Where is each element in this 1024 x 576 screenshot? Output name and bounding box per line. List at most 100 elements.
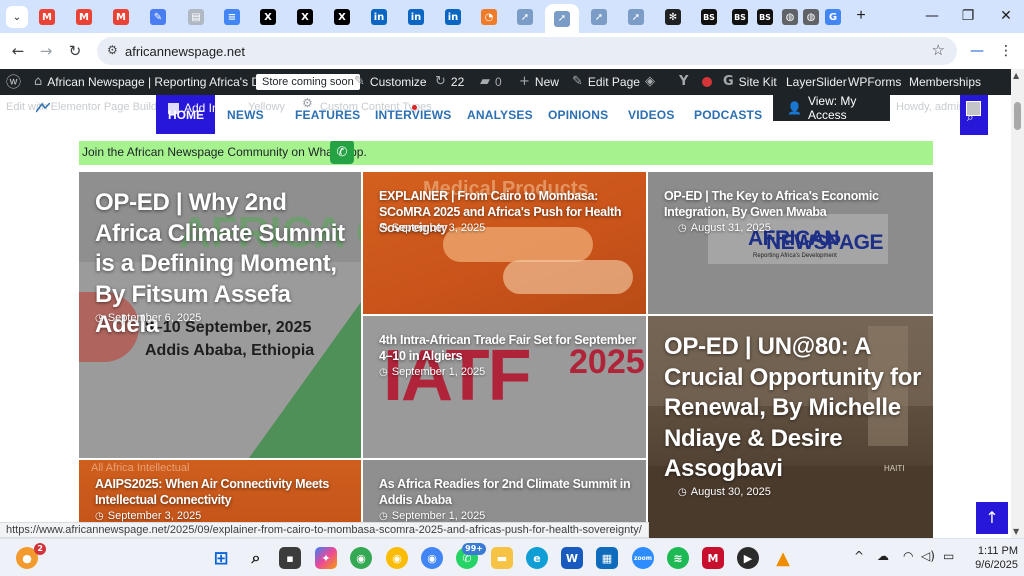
article-title[interactable]: AAIPS2025: When Air Connectivity Meets I… [95, 476, 335, 508]
memberships-link[interactable]: Memberships [909, 69, 981, 95]
tab-search-button[interactable]: ⌄ [6, 6, 28, 28]
media-player-icon[interactable]: ▶ [737, 547, 759, 569]
article-title[interactable]: As Africa Readies for 2nd Climate Summit… [379, 476, 639, 508]
mcafee-icon[interactable]: M [702, 547, 724, 569]
diamond-plugin-icon[interactable]: ◈ [645, 69, 655, 95]
article-card-economic-integration[interactable]: AFRICAN NEWSPAGE Reporting Africa's Deve… [648, 172, 933, 314]
system-clock[interactable]: 1:11 PM 9/6/2025 [968, 544, 1018, 572]
status-red-dot-icon[interactable] [702, 69, 712, 95]
back-button[interactable]: ← [7, 40, 29, 62]
article-title[interactable]: 4th Intra-African Trade Fair Set for Sep… [379, 332, 639, 364]
battery-icon[interactable]: ▭ [943, 549, 954, 563]
browser-tab[interactable]: ➚ [508, 4, 542, 30]
updates-link[interactable]: ↻ 22 [435, 69, 464, 95]
nav-interviews[interactable]: INTERVIEWS [375, 108, 451, 122]
tray-overflow-icon[interactable]: ^ [854, 549, 864, 563]
browser-tab[interactable]: ◔ [472, 4, 506, 30]
browser-tab[interactable]: ✎ [141, 4, 175, 30]
browser-tab[interactable]: ➚ [619, 4, 653, 30]
browser-tab[interactable]: BS [692, 4, 726, 30]
article-title[interactable]: OP-ED | The Key to Africa's Economic Int… [664, 188, 904, 220]
windows-start-icon[interactable]: ⊞ [210, 547, 232, 569]
wifi-icon[interactable]: ◠ [903, 549, 913, 563]
cloud-sync-icon[interactable]: ☁ [877, 549, 889, 563]
extension-minus-icon[interactable]: — [967, 41, 987, 61]
browser-tab[interactable]: in [436, 4, 470, 30]
weather-widget-icon[interactable]: ● 2 [16, 543, 46, 569]
nav-podcasts[interactable]: PODCASTS [694, 108, 762, 122]
nav-opinions[interactable]: OPINIONS [548, 108, 608, 122]
chrome-icon[interactable]: ◉ [350, 547, 372, 569]
yoast-icon[interactable]: Y [679, 69, 688, 95]
back-to-top-button[interactable]: ↑ [976, 502, 1008, 534]
scrollbar-thumb[interactable] [1014, 102, 1021, 130]
comments-link[interactable]: ▰ 0 [480, 69, 502, 95]
whatsapp-icon[interactable]: ✆ [330, 141, 354, 164]
browser-tab[interactable]: ➚ [545, 4, 579, 33]
browser-tab[interactable]: ➚ [582, 4, 616, 30]
forward-button[interactable]: → [35, 40, 57, 62]
wpforms-link[interactable]: WPForms [848, 69, 901, 95]
store-coming-soon-badge[interactable]: Store coming soon [256, 69, 360, 95]
layerslider-link[interactable]: LayerSlider [786, 69, 847, 95]
view-as-button[interactable]: 👤 View: My Access [773, 94, 890, 122]
nav-videos[interactable]: VIDEOS [628, 108, 675, 122]
file-explorer-icon[interactable]: ▬ [491, 547, 513, 569]
maximize-button[interactable]: ❐ [948, 4, 988, 28]
edit-page-link[interactable]: ✎ Edit Page [572, 69, 640, 95]
task-view-icon[interactable]: ▪ [279, 547, 301, 569]
article-card-iatf[interactable]: IATF 2025 4th Intra-African Trade Fair S… [363, 316, 646, 458]
add-insert-button[interactable]: Add Ins [168, 101, 225, 115]
article-title[interactable]: OP-ED | UN@80: A Crucial Opportunity for… [664, 332, 926, 485]
browser-tab[interactable]: ▤ [179, 4, 213, 30]
volume-icon[interactable]: ◁) [921, 549, 935, 563]
browser-tab[interactable]: M [104, 4, 138, 30]
scroll-up-arrow-icon[interactable]: ▲ [1013, 71, 1019, 80]
browser-tab[interactable]: M [67, 4, 101, 30]
close-window-button[interactable]: ✕ [986, 4, 1024, 28]
vlc-icon[interactable]: ▲ [772, 547, 794, 569]
url-text[interactable]: africannewspage.net [125, 44, 245, 59]
browser-tab[interactable]: G [816, 4, 850, 30]
browser-tab[interactable]: X [288, 4, 322, 30]
browser-tab[interactable]: in [399, 4, 433, 30]
new-content-link[interactable]: + New [519, 69, 559, 95]
search-taskbar-icon[interactable]: ⌕ [245, 547, 267, 569]
browser-tab[interactable]: ≡ [215, 4, 249, 30]
new-tab-button[interactable]: + [851, 6, 871, 26]
bookmark-star-icon[interactable]: ☆ [932, 41, 945, 59]
scroll-down-arrow-icon[interactable]: ▼ [1013, 527, 1019, 536]
article-card-un80[interactable]: HAITI OP-ED | UN@80: A Crucial Opportuni… [648, 316, 933, 538]
wordpress-logo-icon[interactable]: ⓦ [6, 69, 21, 95]
browser-tab[interactable]: ✻ [656, 4, 690, 30]
browser-tab[interactable]: X [251, 4, 285, 30]
article-card-scomra[interactable]: Medical Products EXPLAINER | From Cairo … [363, 172, 646, 314]
chrome-profile-2-icon[interactable]: ◉ [421, 547, 443, 569]
browser-tab[interactable]: M [30, 4, 64, 30]
chrome-profile-icon[interactable]: ◉ [386, 547, 408, 569]
zoom-icon[interactable]: zoom [632, 547, 654, 569]
minimize-button[interactable]: — [912, 4, 952, 28]
nav-analyses[interactable]: ANALYSES [467, 108, 533, 122]
spotify-icon[interactable]: ≋ [667, 547, 689, 569]
reload-button[interactable]: ↻ [64, 40, 86, 62]
word-icon[interactable]: W [561, 547, 583, 569]
edge-icon[interactable]: e [526, 547, 548, 569]
copilot-icon[interactable]: ✦ [315, 547, 337, 569]
nav-features[interactable]: FEATURES [295, 108, 360, 122]
address-bar[interactable]: ⚙ africannewspage.net ☆ [97, 37, 957, 65]
admin-site-name[interactable]: ⌂ African Newspage | Reporting Africa's … [34, 69, 277, 95]
browser-tab[interactable]: in [362, 4, 396, 30]
browser-menu-icon[interactable]: ⋮ [996, 41, 1016, 61]
site-kit-link[interactable]: G Site Kit [723, 69, 777, 95]
browser-tab[interactable]: X [325, 4, 359, 30]
customize-link[interactable]: ✎ Customize [354, 69, 427, 95]
article-card-climate-summit[interactable]: AFRICA CLIM 8–10 September, 2025 Addis A… [79, 172, 361, 458]
site-info-icon[interactable]: ⚙ [107, 43, 118, 57]
store-icon[interactable]: ▦ [596, 547, 618, 569]
nav-news[interactable]: NEWS [227, 108, 264, 122]
search-button[interactable]: ⌕ [960, 95, 988, 135]
whatsapp-community-banner[interactable]: Join the African Newspage Community on W… [79, 141, 933, 165]
site-logo-icon[interactable] [36, 103, 50, 113]
page-scrollbar[interactable]: ▲ ▼ [1011, 69, 1024, 538]
